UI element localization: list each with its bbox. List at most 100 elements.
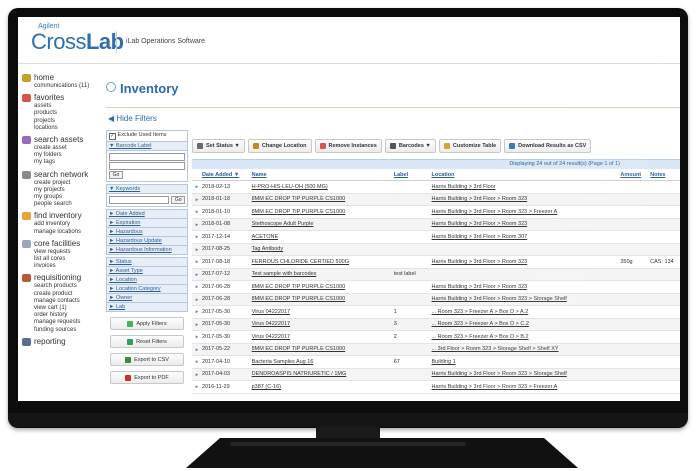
toolbar-customize-table-button[interactable]: Customize Table <box>438 139 502 153</box>
nav-core-facilities-link[interactable]: core facilities <box>22 239 112 249</box>
cell-name[interactable]: 8MM EC DROP TIP PURPLE CS1000 <box>252 346 394 352</box>
cell-name[interactable]: Virus 04222017 <box>252 334 394 340</box>
barcode-input-2[interactable] <box>109 162 185 170</box>
table-row[interactable]: ► 2017-12-14 ACETONE Harris Building > 3rd … <box>192 231 680 244</box>
cell-name[interactable]: Stethoscope Adult Purple <box>252 221 394 227</box>
toolbar-barcodes-button[interactable]: Barcodes ▼ <box>384 139 436 153</box>
filter-date-added[interactable]: ► Date Added <box>106 209 188 219</box>
nav-item-my-folders[interactable]: my folders <box>34 152 112 159</box>
nav-item-add-inventory[interactable]: add inventory <box>34 221 112 228</box>
nav-home-link[interactable]: home <box>22 73 112 83</box>
table-row[interactable]: ► 2017-06-28 8MM EC DROP TIP PURPLE CS1000… <box>192 281 680 294</box>
nav-item-communications-11-[interactable]: communications (11) <box>34 83 112 90</box>
filter-owner[interactable]: ► Owner <box>106 294 188 303</box>
nav-item-projects[interactable]: projects <box>34 118 112 125</box>
row-expand-icon[interactable]: ► <box>192 284 202 289</box>
cell-name[interactable]: H-PRO-HIS-LEU-OH (500 MG) <box>252 184 394 190</box>
nav-item-search-products[interactable]: search products <box>34 283 112 290</box>
column-header-date-added[interactable]: Date Added ▼ <box>202 172 252 178</box>
filter-location-category[interactable]: ► Location Category <box>106 285 188 294</box>
cell-location[interactable]: Building 1 <box>432 359 621 365</box>
toolbar-change-location-button[interactable]: Change Location <box>247 139 312 153</box>
row-expand-icon[interactable]: ► <box>192 297 202 302</box>
table-row[interactable]: ► 2017-04-03 DENDROASPIS NATRIURETIC / 1MG… <box>192 368 680 381</box>
nav-item-manage-contacts[interactable]: manage contacts <box>34 298 112 305</box>
filter-hazardous-update[interactable]: ► Hazardous Update <box>106 237 188 246</box>
filter-status[interactable]: ► Status <box>106 257 188 267</box>
table-row[interactable]: ► 2017-04-10 Bacteria Samples Aug 16 67 Buil… <box>192 356 680 369</box>
table-row[interactable]: ► 2017-05-30 Virus 04222017 3 ... Room 323 >… <box>192 318 680 331</box>
nav-item-view-cart-1-[interactable]: view cart (1) <box>34 305 112 312</box>
cell-name[interactable]: Virus 04222017 <box>252 309 394 315</box>
row-expand-icon[interactable]: ► <box>192 322 202 327</box>
nav-item-create-product[interactable]: create product <box>34 291 112 298</box>
nav-find-inventory-link[interactable]: find inventory <box>22 211 112 221</box>
toolbar-remove-instances-button[interactable]: Remove Instances <box>314 139 382 153</box>
cell-location[interactable]: Harris Building > 3rd Floor > Room 323 >… <box>432 384 621 390</box>
cell-name[interactable]: Bacteria Samples Aug 16 <box>252 359 394 365</box>
reset-filters-button[interactable]: Reset Filters <box>110 335 184 348</box>
cell-location[interactable]: ... 3rd Floor > Room 323 > Storage Shelf… <box>432 346 621 352</box>
cell-name[interactable]: Test sample with barcodes <box>252 271 394 277</box>
row-expand-icon[interactable]: ► <box>192 184 202 189</box>
cell-name[interactable]: ACETONE <box>252 234 394 240</box>
row-expand-icon[interactable]: ► <box>192 359 202 364</box>
nav-search-assets-link[interactable]: search assets <box>22 135 112 145</box>
column-header-amount[interactable]: Amount <box>620 172 650 178</box>
nav-item-list-all-cores[interactable]: list all cores <box>34 256 112 263</box>
cell-name[interactable]: 8MM EC DROP TIP PURPLE CS1000 <box>252 196 394 202</box>
barcode-input[interactable] <box>109 153 185 161</box>
table-row[interactable]: ► 2018-02-13 H-PRO-HIS-LEU-OH (500 MG) Harr… <box>192 181 680 194</box>
column-header-location[interactable]: Location <box>432 172 621 178</box>
table-row[interactable]: ► 2017-08-25 Tag Antibody <box>192 243 680 256</box>
keywords-input[interactable] <box>109 196 170 204</box>
export-to-csv-button[interactable]: Export to CSV <box>110 353 184 366</box>
column-header-notes[interactable]: Notes <box>650 172 680 178</box>
hide-filters-link[interactable]: ◀ Hide Filters <box>108 114 157 123</box>
row-expand-icon[interactable]: ► <box>192 309 202 314</box>
column-header-label[interactable]: Label <box>394 172 432 178</box>
nav-item-locations[interactable]: locations <box>34 125 112 132</box>
nav-item-order-history[interactable]: order history <box>34 312 112 319</box>
table-row[interactable]: ► 2016-11-29 p387 (C-16) Harris Building > … <box>192 381 680 394</box>
cell-location[interactable]: Harris Building > 3rd Floor > Room 323 >… <box>432 371 621 377</box>
toolbar-set-status-button[interactable]: Set Status ▼ <box>192 139 245 153</box>
keywords-header[interactable]: ▼ Keywords <box>107 185 187 194</box>
nav-search-network-link[interactable]: search network <box>22 170 112 180</box>
cell-location[interactable]: Harris Building > 3rd Floor > Room 323 <box>432 259 621 265</box>
cell-location[interactable]: Harris Building > 3rd Floor <box>432 184 621 190</box>
barcode-label-header[interactable]: ▼ Barcode Label <box>107 142 187 151</box>
filter-hazardous-information[interactable]: ► Hazardous Information <box>106 246 188 255</box>
row-expand-icon[interactable]: ► <box>192 272 202 277</box>
table-row[interactable]: ► 2017-05-30 Virus 04222017 1 ... Room 323 >… <box>192 306 680 319</box>
row-expand-icon[interactable]: ► <box>192 209 202 214</box>
table-row[interactable]: ► 2018-01-10 8MM EC DROP TIP PURPLE CS1000… <box>192 206 680 219</box>
cell-location[interactable]: ... Room 323 > Freezer A > Box D > C.2 <box>432 321 621 327</box>
cell-name[interactable]: 8MM EC DROP TIP PURPLE CS1000 <box>252 209 394 215</box>
table-row[interactable]: ► 2017-05-30 Virus 04222017 2 ... Room 323 >… <box>192 331 680 344</box>
cell-name[interactable]: Virus 04222017 <box>252 321 394 327</box>
nav-requisitioning-link[interactable]: requisitioning <box>22 273 112 283</box>
nav-item-products[interactable]: products <box>34 110 112 117</box>
filter-location[interactable]: ► Location <box>106 276 188 285</box>
barcode-go-button[interactable]: Go <box>109 171 123 179</box>
filter-asset-type[interactable]: ► Asset Type <box>106 267 188 276</box>
cell-location[interactable]: Harris Building > 3rd Floor > Room 323 >… <box>432 209 621 215</box>
cell-name[interactable]: Tag Antibody <box>252 246 394 252</box>
row-expand-icon[interactable]: ► <box>192 384 202 389</box>
nav-item-my-groups[interactable]: my groups <box>34 194 112 201</box>
row-expand-icon[interactable]: ► <box>192 334 202 339</box>
column-header-name[interactable]: Name <box>252 172 394 178</box>
row-expand-icon[interactable]: ► <box>192 197 202 202</box>
cell-location[interactable]: ... Room 323 > Freezer A > Box D > B.2 <box>432 334 621 340</box>
cell-location[interactable]: Harris Building > 3rd Floor > Room 323 <box>432 196 621 202</box>
export-to-pdf-button[interactable]: Export to PDF <box>110 371 184 384</box>
apply-filters-button[interactable]: Apply Filters <box>110 317 184 330</box>
nav-favorites-link[interactable]: favorites <box>22 93 112 103</box>
nav-item-manage-requests[interactable]: manage requests <box>34 319 112 326</box>
cell-location[interactable]: ... Room 323 > Freezer A > Box D > A.2 <box>432 309 621 315</box>
table-row[interactable]: ► 2017-07-12 Test sample with barcodes test… <box>192 268 680 281</box>
cell-name[interactable]: 8MM EC DROP TIP PURPLE CS1000 <box>252 296 394 302</box>
table-row[interactable]: ► 2017-08-18 FERROUS CHLORIDE CERTIED 500G… <box>192 256 680 269</box>
nav-reporting-link[interactable]: reporting <box>22 337 112 347</box>
